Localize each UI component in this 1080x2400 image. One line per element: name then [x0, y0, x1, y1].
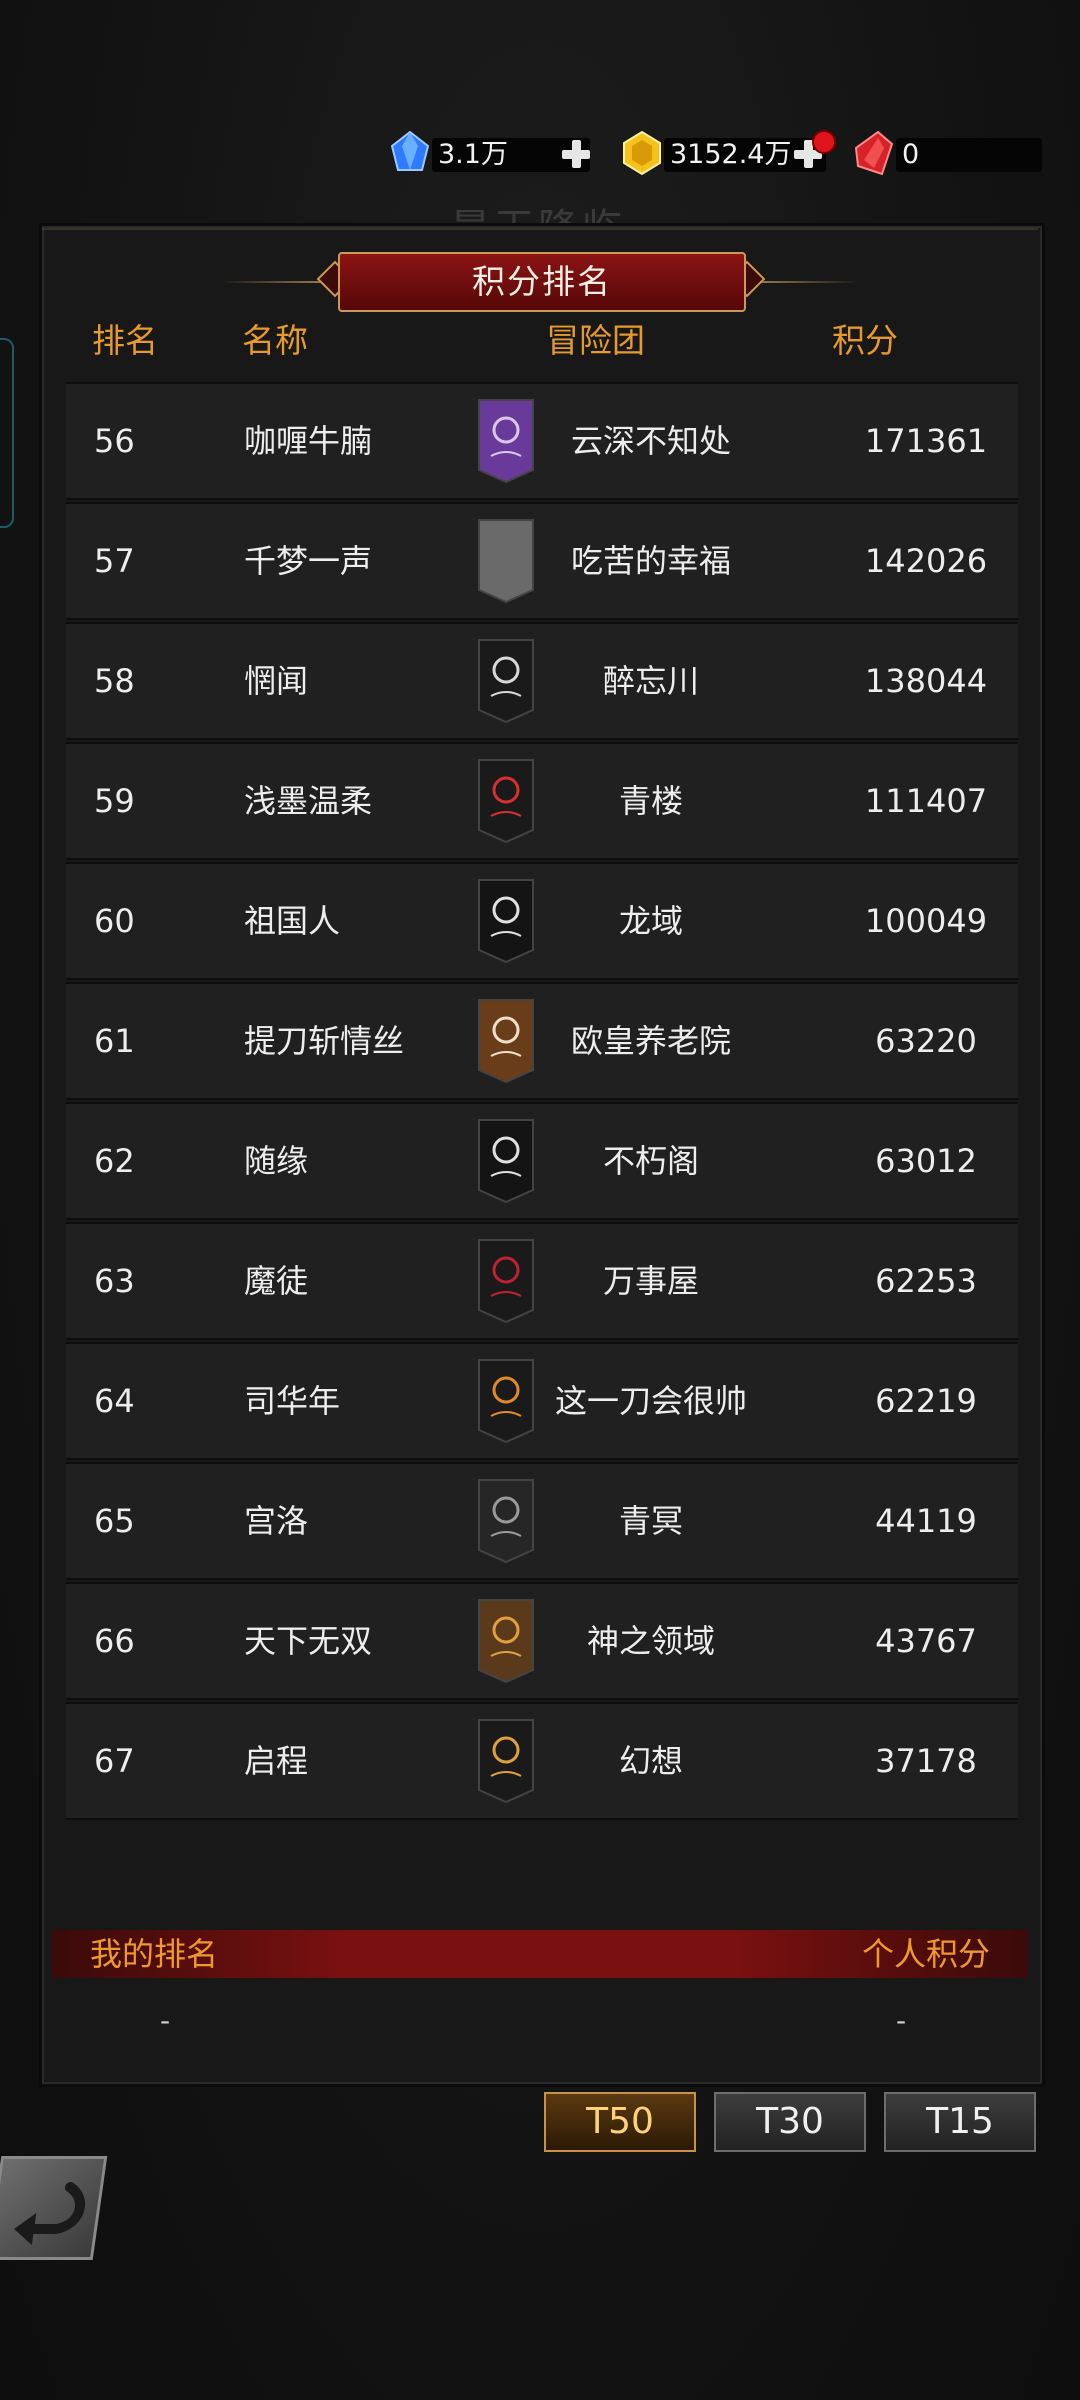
blue-diamond-icon: [390, 130, 430, 171]
rank-cell: 59: [94, 782, 135, 820]
my-rank-label: 我的排名: [90, 1935, 219, 1973]
rank-cell: 66: [94, 1622, 135, 1660]
player-name-cell: 天下无双: [244, 1622, 373, 1660]
side-panel-edge[interactable]: [0, 338, 14, 528]
rank-cell: 62: [94, 1142, 135, 1180]
orange-axes-banner-icon: [478, 1359, 534, 1444]
return-arrow-icon: [14, 2182, 85, 2245]
tab-t15[interactable]: T15: [884, 2092, 1036, 2152]
player-name-cell: 魔徒: [244, 1262, 309, 1300]
black-skull-banner-icon: [478, 1119, 534, 1204]
player-name-cell: 宫洛: [244, 1502, 309, 1540]
table-row[interactable]: 63 魔徒 万事屋 62253: [66, 1222, 1018, 1340]
tab-t50[interactable]: T50: [544, 2092, 696, 2152]
guild-name-cell: 云深不知处: [570, 422, 731, 460]
guild-name-cell: 青楼: [618, 782, 683, 820]
black-moon-banner-icon: [478, 639, 534, 724]
black-skull-banner-icon: [478, 879, 534, 964]
gold-hexagram-banner-icon: [478, 1719, 534, 1804]
player-name-cell: 咖喱牛腩: [244, 422, 373, 460]
table-row[interactable]: 65 宫洛 青冥 44119: [66, 1462, 1018, 1580]
table-row[interactable]: 59 浅墨温柔 青楼 111407: [66, 742, 1018, 860]
red-serpent-banner-icon: [478, 1239, 534, 1324]
score-cell: 138044: [864, 662, 988, 700]
guild-name-cell: 吃苦的幸福: [570, 542, 731, 580]
bronze-skull-banner-icon: [478, 1599, 534, 1684]
player-name-cell: 提刀斩情丝: [244, 1022, 405, 1060]
my-rank-bar: 我的排名 个人积分: [52, 1930, 1028, 1978]
red-gem-icon: [854, 130, 894, 176]
currency-red-gem-value: 0: [896, 138, 1042, 172]
ranking-list[interactable]: 56 咖喱牛腩 云深不知处 171361 57 千梦一声 吃苦的幸福 142026 58 惘闻 醉忘…: [66, 372, 1018, 1910]
player-name-cell: 启程: [244, 1742, 309, 1780]
rank-cell: 63: [94, 1262, 135, 1300]
rank-cell: 65: [94, 1502, 135, 1540]
player-name-cell: 千梦一声: [244, 542, 373, 580]
score-cell: 111407: [864, 782, 988, 820]
table-row[interactable]: 56 咖喱牛腩 云深不知处 171361: [66, 382, 1018, 500]
panel-title: 积分排名: [338, 252, 746, 312]
table-row[interactable]: 60 祖国人 龙域 100049: [66, 862, 1018, 980]
rank-cell: 57: [94, 542, 135, 580]
score-cell: 100049: [864, 902, 988, 940]
header-guild: 冒险团: [546, 321, 645, 360]
header-name: 名称: [242, 321, 308, 360]
table-row[interactable]: 57 千梦一声 吃苦的幸福 142026: [66, 502, 1018, 620]
score-cell: 44119: [875, 1502, 977, 1540]
player-name-cell: 祖国人: [244, 902, 341, 940]
currency-red-gem: 0: [852, 130, 1042, 176]
guild-name-cell: 不朽阁: [602, 1142, 699, 1180]
table-row[interactable]: 61 提刀斩情丝 欧皇养老院 63220: [66, 982, 1018, 1100]
guild-name-cell: 万事屋: [602, 1262, 699, 1300]
header-rank: 排名: [92, 321, 158, 360]
player-name-cell: 惘闻: [244, 662, 309, 700]
score-cell: 63012: [875, 1142, 977, 1180]
table-row[interactable]: 64 司华年 这一刀会很帅 62219: [66, 1342, 1018, 1460]
my-score-value: -: [896, 2004, 907, 2037]
my-rank-value: -: [160, 2004, 171, 2037]
gray-blank-banner-icon: [478, 519, 534, 604]
panel-divider: [42, 228, 1038, 230]
score-cell: 142026: [864, 542, 988, 580]
brown-skull-banner-icon: [478, 999, 534, 1084]
score-cell: 37178: [875, 1742, 977, 1780]
rank-cell: 60: [94, 902, 135, 940]
header-score: 积分: [832, 321, 898, 360]
rank-cell: 56: [94, 422, 135, 460]
score-cell: 171361: [864, 422, 988, 460]
table-row[interactable]: 62 随缘 不朽阁 63012: [66, 1102, 1018, 1220]
my-score-label: 个人积分: [861, 1935, 990, 1973]
rank-cell: 64: [94, 1382, 135, 1420]
table-row[interactable]: 67 启程 幻想 37178: [66, 1702, 1018, 1820]
back-button[interactable]: [0, 2156, 108, 2260]
add-diamond-button[interactable]: [560, 138, 592, 170]
guild-name-cell: 这一刀会很帅: [554, 1382, 747, 1420]
player-name-cell: 司华年: [244, 1382, 341, 1420]
guild-name-cell: 神之领域: [586, 1622, 715, 1660]
rank-cell: 61: [94, 1022, 135, 1060]
guild-name-cell: 幻想: [618, 1742, 683, 1780]
guild-name-cell: 欧皇养老院: [570, 1022, 731, 1060]
player-name-cell: 随缘: [244, 1142, 309, 1180]
score-cell: 63220: [875, 1022, 977, 1060]
score-cell: 62219: [875, 1382, 977, 1420]
player-name-cell: 浅墨温柔: [244, 782, 373, 820]
guild-name-cell: 青冥: [618, 1502, 683, 1540]
gray-skull-banner-icon: [478, 1479, 534, 1564]
rank-cell: 58: [94, 662, 135, 700]
guild-name-cell: 醉忘川: [602, 662, 699, 700]
purple-wing-banner-icon: [478, 399, 534, 484]
table-row[interactable]: 66 天下无双 神之领域 43767: [66, 1582, 1018, 1700]
gold-crystal-icon: [623, 130, 661, 176]
notification-dot: [812, 130, 836, 154]
rank-cell: 67: [94, 1742, 135, 1780]
score-cell: 62253: [875, 1262, 977, 1300]
guild-name-cell: 龙域: [618, 902, 683, 940]
tab-t30[interactable]: T30: [714, 2092, 866, 2152]
score-cell: 43767: [875, 1622, 977, 1660]
red-hexagram-banner-icon: [478, 759, 534, 844]
table-row[interactable]: 58 惘闻 醉忘川 138044: [66, 622, 1018, 740]
